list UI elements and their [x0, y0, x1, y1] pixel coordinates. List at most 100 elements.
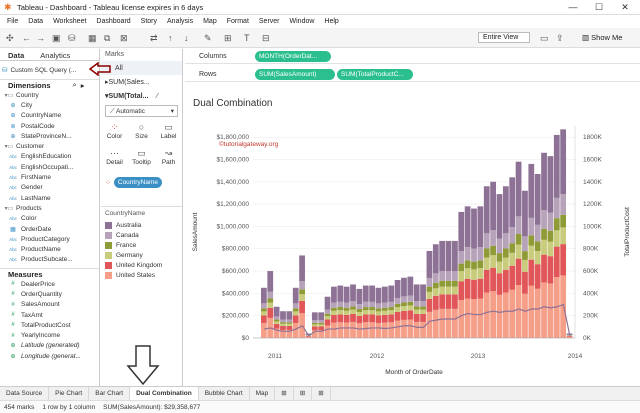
- rows-pill-sales[interactable]: SUM(SalesAmount): [255, 68, 335, 80]
- columns-pill[interactable]: MONTH(OrderDat...: [255, 50, 331, 62]
- show-me-button[interactable]: ▥ Show Me: [582, 31, 632, 44]
- menu-story[interactable]: Story: [141, 18, 157, 25]
- measure-field[interactable]: ⊕ Latitude (generated): [0, 341, 99, 351]
- measure-field[interactable]: ⊕ Longitude (generat...: [0, 351, 99, 361]
- menu-window[interactable]: Window: [290, 18, 315, 25]
- mark-button-color[interactable]: ⁘ Color: [102, 122, 127, 146]
- string-icon: Abc: [9, 175, 17, 181]
- sheet-tab-dual-combination[interactable]: Dual Combination: [130, 386, 199, 401]
- duplicate-icon[interactable]: ⧉: [104, 31, 110, 45]
- sheet-tab-bar-chart[interactable]: Bar Chart: [89, 386, 131, 401]
- dimension-field[interactable]: Abc LastName: [0, 193, 99, 203]
- legend-item[interactable]: United States: [101, 270, 182, 280]
- datasource-item[interactable]: ⛁ Custom SQL Query (...: [2, 63, 97, 77]
- swap-icon[interactable]: ⇄: [150, 31, 158, 45]
- tableau-icon[interactable]: ✣: [6, 31, 14, 45]
- dimension-field[interactable]: ⊕ City: [0, 100, 99, 110]
- globe-icon: ⊕: [10, 123, 16, 130]
- dimension-field[interactable]: ▾▭ Customer: [0, 141, 99, 151]
- new-worksheet-icon[interactable]: ⊞: [275, 386, 294, 401]
- search-icon[interactable]: ⌕: [73, 80, 77, 90]
- measure-field[interactable]: # OrderQuantity: [0, 289, 99, 299]
- menu-arrow-icon[interactable]: ▸: [81, 81, 85, 90]
- rows-pill-cost[interactable]: SUM(TotalProductC...: [337, 68, 413, 80]
- mark-button-size[interactable]: ○ Size: [129, 122, 154, 146]
- new-worksheet-icon[interactable]: ▦: [88, 31, 97, 45]
- sheet-tab-bubble-chart[interactable]: Bubble Chart: [199, 386, 250, 401]
- dimension-field[interactable]: Abc ProductName: [0, 244, 99, 254]
- tab-analytics[interactable]: Analytics: [32, 49, 78, 60]
- new-story-icon[interactable]: ⊞: [312, 386, 331, 401]
- bar-segment: [350, 321, 356, 338]
- dimension-field[interactable]: Abc EnglishEducation: [0, 152, 99, 162]
- mark-button-path[interactable]: ↝ Path: [156, 148, 181, 172]
- measure-field[interactable]: # DealerPrice: [0, 279, 99, 289]
- dimension-field[interactable]: ⊕ CountryName: [0, 111, 99, 121]
- legend-item[interactable]: Germany: [101, 250, 182, 260]
- mark-type-select[interactable]: ⟋ Automatic ▾: [105, 105, 178, 117]
- color-pill[interactable]: CountryName: [113, 177, 162, 188]
- measure-field[interactable]: # YearlyIncome: [0, 331, 99, 341]
- sort-asc-icon[interactable]: ↑: [168, 31, 173, 45]
- menu-dashboard[interactable]: Dashboard: [96, 18, 130, 25]
- back-icon[interactable]: ←: [22, 31, 31, 45]
- legend-item[interactable]: Australia: [101, 220, 182, 230]
- share-icon[interactable]: ⇪: [556, 31, 564, 45]
- sort-desc-icon[interactable]: ↓: [184, 31, 189, 45]
- mark-button-detail[interactable]: ⋯ Detail: [102, 148, 127, 172]
- legend-item[interactable]: United Kingdom: [101, 260, 182, 270]
- bar-segment: [420, 301, 426, 307]
- dimension-field[interactable]: ▦ OrderDate: [0, 224, 99, 234]
- menu-analysis[interactable]: Analysis: [167, 18, 193, 25]
- menu-file[interactable]: File: [7, 18, 18, 25]
- dimension-field[interactable]: ▾▭ Country: [0, 90, 99, 100]
- bar-segment: [477, 260, 484, 269]
- measure-field[interactable]: # SalesAmount: [0, 300, 99, 310]
- presentation-icon[interactable]: ▭: [540, 31, 549, 45]
- dimension-field[interactable]: Abc Color: [0, 214, 99, 224]
- measure-field[interactable]: # TotalProductCost: [0, 320, 99, 330]
- dimension-field[interactable]: Abc ProductCategory: [0, 234, 99, 244]
- x-tick-label: 2011: [268, 353, 282, 360]
- labels-icon[interactable]: T: [244, 31, 250, 45]
- clear-icon[interactable]: ⊠: [120, 31, 128, 45]
- menu-help[interactable]: Help: [324, 18, 338, 25]
- new-dashboard-icon[interactable]: ⊞: [294, 386, 313, 401]
- marks-card-all[interactable]: All: [101, 61, 182, 75]
- dimension-field[interactable]: ▾▭ Products: [0, 203, 99, 213]
- forward-icon[interactable]: →: [36, 31, 45, 45]
- dimension-field[interactable]: Abc FirstName: [0, 172, 99, 182]
- menu-worksheet[interactable]: Worksheet: [53, 18, 86, 25]
- dimension-field[interactable]: Abc ProductSubcate...: [0, 255, 99, 265]
- close-button[interactable]: ✕: [612, 0, 638, 15]
- legend-item[interactable]: France: [101, 240, 182, 250]
- columns-shelf[interactable]: Columns MONTH(OrderDat...: [185, 49, 640, 64]
- dimension-field[interactable]: ⊕ StateProvinceN...: [0, 131, 99, 141]
- new-datasource-icon[interactable]: ⛁: [68, 31, 76, 45]
- sheet-tab-map[interactable]: Map: [250, 386, 276, 401]
- sheet-tab-data-source[interactable]: Data Source: [0, 386, 50, 401]
- highlight-icon[interactable]: ✎: [204, 31, 212, 45]
- menu-map[interactable]: Map: [203, 18, 217, 25]
- marks-card-sales[interactable]: ▸ SUM(Sales...: [101, 75, 182, 89]
- mark-button-tooltip[interactable]: ▭ Tooltip: [129, 148, 154, 172]
- measure-field[interactable]: # TaxAmt: [0, 310, 99, 320]
- menu-data[interactable]: Data: [28, 18, 43, 25]
- dimension-field[interactable]: Abc Gender: [0, 183, 99, 193]
- group-icon[interactable]: ⊞: [224, 31, 232, 45]
- sheet-tab-pie-chart[interactable]: Pie Chart: [49, 386, 90, 401]
- fit-select[interactable]: Entire View: [478, 32, 530, 43]
- save-icon[interactable]: ▣: [52, 31, 61, 45]
- legend-item[interactable]: Canada: [101, 230, 182, 240]
- menu-format[interactable]: Format: [227, 18, 249, 25]
- tab-data[interactable]: Data: [0, 49, 32, 60]
- menu-server[interactable]: Server: [259, 18, 280, 25]
- dimension-field[interactable]: ⊕ PostalCode: [0, 121, 99, 131]
- maximize-button[interactable]: ☐: [586, 0, 612, 15]
- dimension-field[interactable]: Abc EnglishOccupati...: [0, 162, 99, 172]
- rows-shelf[interactable]: Rows SUM(SalesAmount) SUM(TotalProductC.…: [185, 67, 640, 82]
- fix-axes-icon[interactable]: ⊟: [262, 31, 270, 45]
- mark-button-label[interactable]: ▭ Label: [156, 122, 181, 146]
- minimize-button[interactable]: —: [560, 0, 586, 15]
- marks-card-cost[interactable]: ▾ SUM(Total... ⁄: [101, 89, 182, 103]
